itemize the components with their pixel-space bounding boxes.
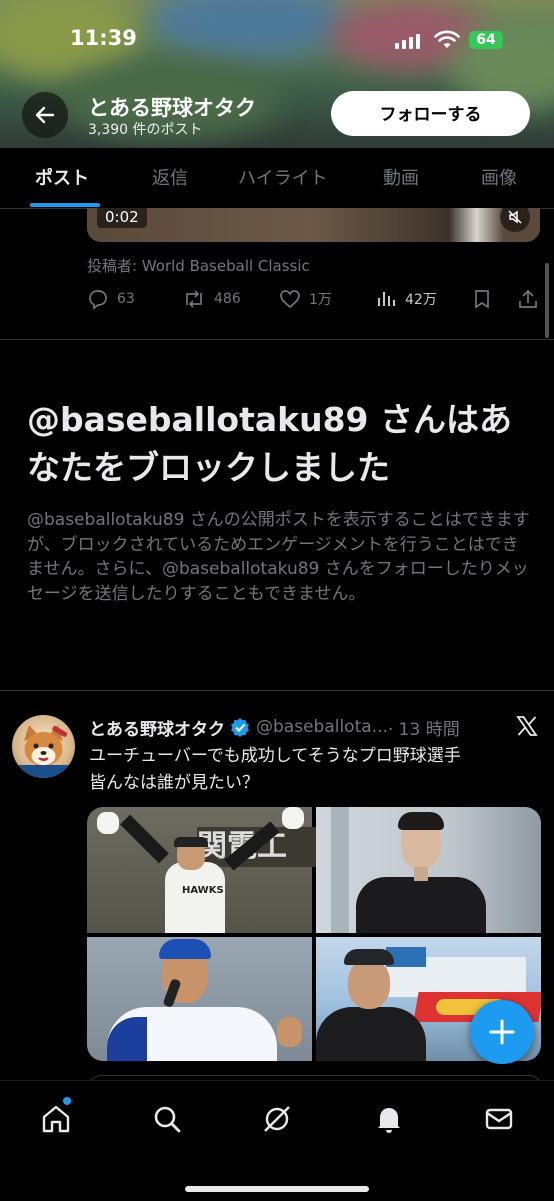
tweet-image-man-in-black-suit[interactable] xyxy=(316,807,541,933)
profile-name: とある野球オタク xyxy=(88,96,256,120)
back-button[interactable] xyxy=(22,92,68,138)
views-button[interactable]: 42万 xyxy=(375,288,437,310)
avatar[interactable] xyxy=(12,715,75,778)
messages-icon[interactable] xyxy=(483,1103,515,1135)
shiba-dog-icon xyxy=(18,725,69,778)
video-duration: 0:02 xyxy=(97,208,147,228)
plus-icon xyxy=(489,1019,515,1045)
posted-by-label: 投稿者: World Baseball Classic xyxy=(87,257,310,275)
bookmark-icon[interactable] xyxy=(471,288,493,310)
like-count: 1万 xyxy=(309,292,332,308)
notifications-icon[interactable] xyxy=(373,1103,405,1135)
repost-button[interactable]: 486 xyxy=(182,288,241,310)
reply-count: 63 xyxy=(117,291,135,307)
search-icon[interactable] xyxy=(151,1103,183,1135)
repost-icon xyxy=(186,290,202,308)
compose-post-button[interactable] xyxy=(470,1000,534,1064)
active-tab-indicator xyxy=(30,203,100,207)
view-count: 42万 xyxy=(405,292,437,308)
profile-tabs: ポスト 返信 ハイライト 動画 画像 xyxy=(0,148,554,209)
tweet-author-handle: @baseballota... xyxy=(256,717,388,737)
heart-icon xyxy=(280,290,300,309)
post-count: 3,390 件のポスト xyxy=(88,122,203,138)
home-indicator xyxy=(185,1186,369,1192)
x-logo-icon xyxy=(516,716,538,736)
share-icon[interactable] xyxy=(517,288,539,310)
tab-posts[interactable]: ポスト xyxy=(35,164,89,190)
like-button[interactable]: 1万 xyxy=(279,288,332,310)
scrollbar[interactable] xyxy=(545,263,549,338)
tweet-image-baseball-player[interactable]: 関電工 HAWKS xyxy=(87,807,317,933)
battery-indicator: 64 xyxy=(469,31,503,49)
notification-dot xyxy=(63,1097,71,1105)
tweet-text: ユーチューバーでも成功してそうなプロ野球選手 皆んなは誰が見たい？ xyxy=(89,743,529,797)
tab-images[interactable]: 画像 xyxy=(481,164,517,190)
video-player[interactable]: 0:02 xyxy=(87,208,540,242)
tab-highlights[interactable]: ハイライト xyxy=(238,164,328,190)
block-notice-title: @baseballotaku89 さんはあなたをブロックしました xyxy=(27,400,512,487)
muted-speaker-icon xyxy=(508,210,522,224)
tweet-text-line: 皆んなは誰が見たい？ xyxy=(89,773,259,793)
cellular-signal-icon xyxy=(395,34,420,49)
tweet-header: とある野球オタク @baseballota... · 13 時間 xyxy=(89,714,529,740)
tab-videos[interactable]: 動画 xyxy=(383,164,419,190)
views-chart-icon xyxy=(378,292,395,306)
block-notice-description: @baseballotaku89 さんの公開ポストを表示することはできますが、ブ… xyxy=(27,510,530,604)
tab-replies[interactable]: 返信 xyxy=(152,164,188,190)
status-bar: 11:39 64 xyxy=(0,22,554,62)
wifi-icon xyxy=(434,30,460,48)
post-actions: 63 486 1万 42万 xyxy=(87,288,547,312)
tweet-time: · 13 時間 xyxy=(387,719,460,740)
arrow-left-icon xyxy=(35,106,55,124)
reply-icon xyxy=(89,290,107,310)
follow-button[interactable]: フォローする xyxy=(331,91,530,136)
tweet-text-line: ユーチューバーでも成功してそうなプロ野球選手 xyxy=(89,746,461,766)
tweet-author-name[interactable]: とある野球オタク xyxy=(89,715,225,740)
divider xyxy=(0,690,554,691)
verified-badge-icon xyxy=(231,718,249,737)
home-icon[interactable] xyxy=(40,1103,72,1135)
status-time: 11:39 xyxy=(70,26,137,50)
reply-button[interactable]: 63 xyxy=(87,288,135,310)
divider xyxy=(0,339,554,340)
bottom-navigation xyxy=(0,1080,554,1201)
tweet-image-player-with-microphone[interactable] xyxy=(87,937,312,1061)
grok-icon[interactable] xyxy=(261,1103,293,1135)
repost-count: 486 xyxy=(214,291,241,307)
